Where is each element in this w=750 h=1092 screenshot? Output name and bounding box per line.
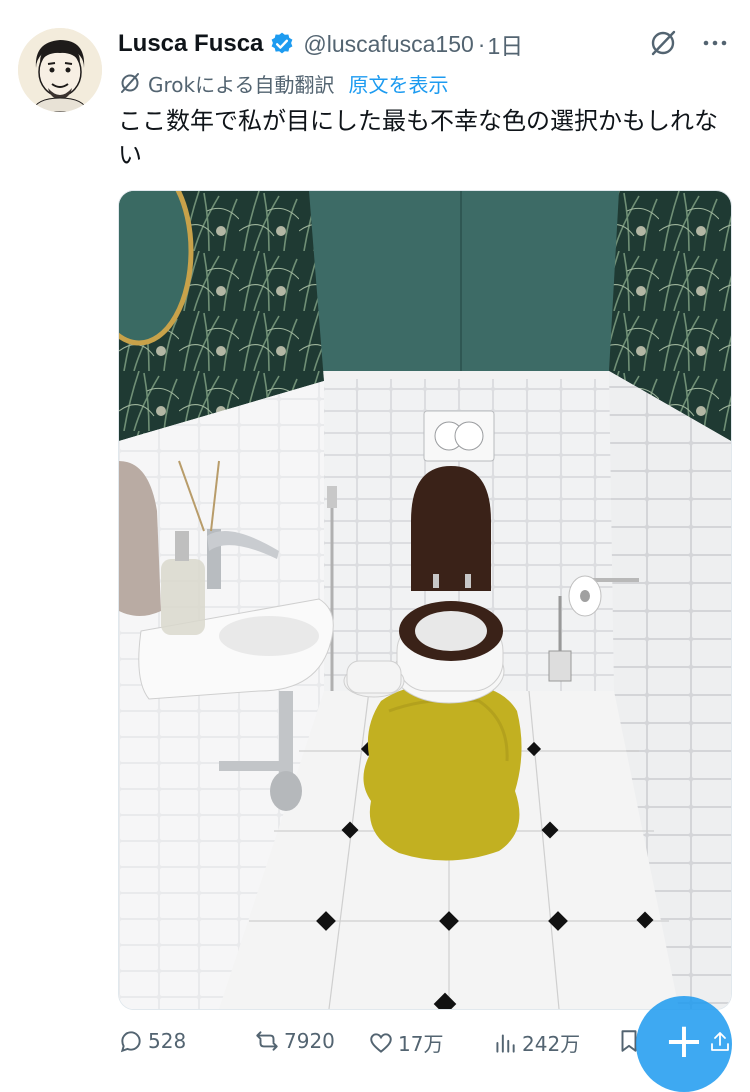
author-name[interactable]: Lusca Fusca <box>118 30 263 58</box>
author-handle[interactable]: @luscafusca150 <box>303 31 473 58</box>
reply-count: 528 <box>148 1029 187 1053</box>
more-horizontal-icon[interactable] <box>698 26 732 60</box>
header-separator: · <box>477 30 486 57</box>
views-icon <box>496 1033 515 1053</box>
repost-count: 7920 <box>284 1029 335 1053</box>
heart-icon <box>370 1032 392 1053</box>
view-count: 242万 <box>522 1032 581 1056</box>
show-original-link[interactable]: 原文を表示 <box>349 69 449 98</box>
tweet-time[interactable]: 1日 <box>487 27 523 61</box>
author-avatar[interactable] <box>18 28 102 112</box>
repost-icon <box>256 1031 278 1051</box>
tweet-text: ここ数年で私が目にした最も不幸な色の選択かもしれない <box>118 107 718 169</box>
views-button[interactable]: 242万 <box>492 1028 580 1057</box>
reply-button[interactable]: 528 <box>118 1028 186 1054</box>
grok-off-icon[interactable] <box>646 26 680 60</box>
tweet-header: Lusca Fusca @luscafusca150 · 1日 <box>118 24 738 64</box>
repost-button[interactable]: 7920 <box>254 1028 335 1054</box>
translate-icon <box>118 71 142 95</box>
verified-badge-icon <box>269 31 295 57</box>
translation-row: Grokによる自動翻訳 原文を表示 <box>118 68 449 98</box>
tweet-photo[interactable] <box>118 190 732 1010</box>
reply-icon <box>120 1031 141 1053</box>
like-count: 17万 <box>398 1032 444 1056</box>
translation-label: Grokによる自動翻訳 <box>148 72 335 97</box>
like-button[interactable]: 17万 <box>368 1028 443 1057</box>
share-icon[interactable] <box>708 1030 732 1054</box>
